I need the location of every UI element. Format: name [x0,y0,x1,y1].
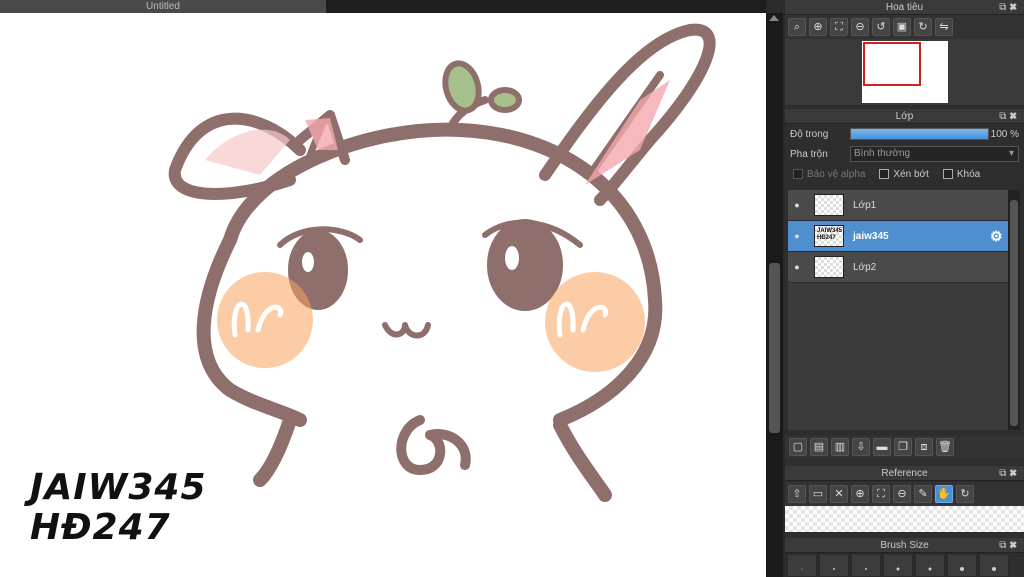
opacity-slider[interactable] [850,128,989,140]
document-tab[interactable]: Untitled [0,0,326,13]
zoom-in-icon[interactable]: ⊕ [851,485,869,503]
protect-alpha-checkbox[interactable]: Bảo vệ alpha [793,169,865,180]
merge-layer-icon[interactable]: ⧈ [915,438,933,456]
watermark-line2: HĐ247 [30,507,171,548]
layer-name: jaiw345 [853,230,889,242]
panel-controls-icon[interactable]: ⧉✖ [999,109,1020,124]
panel-controls-icon[interactable]: ⧉✖ [999,538,1020,553]
fullscreen-icon[interactable]: ▣ [893,18,911,36]
zoom-fit-icon[interactable]: ⌕ [788,18,806,36]
import-layer-icon[interactable]: ⇩ [852,438,870,456]
layer-thumbnail [814,194,844,216]
eyedropper-icon[interactable]: ✎ [914,485,932,503]
layers-header: Lớp ⧉✖ [785,109,1024,124]
delete-layer-icon[interactable]: 🗑 [936,438,954,456]
scroll-up-arrow-icon[interactable] [769,15,779,21]
layer-list: ● Lớp1 ● JAIW345 HĐ247 jaiw345 ⚙ ● Lớp2 [788,190,1008,430]
blend-row: Pha trộn Bình thường [785,144,1024,164]
rotate-right-icon[interactable]: ↻ [914,18,932,36]
clipping-label: Xén bớt [893,168,929,180]
brush-size-presets [785,554,1024,577]
navigator-toolbar: ⌕ ⊕ ⛶ ⊖ ↺ ▣ ↻ ⇋ [785,15,1024,39]
new-1bit-layer-icon[interactable]: ▥ [831,438,849,456]
upload-icon[interactable]: ⇧ [788,485,806,503]
reference-toolbar: ⇧ ▭ ✕ ⊕ ⛶ ⊖ ✎ ✋ ↻ [785,482,1024,506]
watermark-text: JAIW345 HĐ247 [30,468,207,548]
zoom-out-icon[interactable]: ⊖ [893,485,911,503]
fit-window-icon[interactable]: ⛶ [830,18,848,36]
reference-header: Reference ⧉✖ [785,466,1024,481]
reference-title: Reference [881,468,928,479]
blend-mode-select[interactable]: Bình thường [850,146,1019,162]
open-folder-icon[interactable]: ▭ [809,485,827,503]
brush-size-preset[interactable] [979,554,1009,577]
opacity-value: 100 % [990,128,1019,140]
brush-size-preset[interactable] [883,554,913,577]
lock-checkbox[interactable]: Khóa [942,168,981,180]
scrollbar-thumb[interactable] [769,263,780,433]
reference-canvas[interactable] [785,506,1024,532]
navigator-header: Hoa tiêu ⧉✖ [785,0,1024,15]
zoom-out-icon[interactable]: ⊖ [851,18,869,36]
brush-size-header: Brush Size ⧉✖ [785,538,1024,553]
navigator-thumbnail[interactable] [862,41,948,103]
blend-label: Pha trộn [790,148,828,160]
brush-size-preset[interactable] [819,554,849,577]
layer-toolbar: ▢ ▤ ▥ ⇩ ▬ ❐ ⧈ 🗑 [785,436,1024,458]
new-folder-icon[interactable]: ▬ [873,438,891,456]
layer-options: Bảo vệ alpha Xén bớt Khóa [785,164,1024,184]
brush-size-title: Brush Size [880,540,929,551]
lock-label: Khóa [956,168,981,180]
scrollbar-thumb[interactable] [1010,200,1018,426]
duplicate-layer-icon[interactable]: ❐ [894,438,912,456]
layer-thumbnail: JAIW345 HĐ247 [814,225,844,247]
right-panels: Hoa tiêu ⧉✖ ⌕ ⊕ ⛶ ⊖ ↺ ▣ ↻ ⇋ Lớp ⧉✖ Độ tr… [785,0,1024,577]
protect-alpha-label: Bảo vệ alpha [807,168,866,180]
drawing-canvas[interactable]: JAIW345 HĐ247 [0,13,766,577]
new-layer-icon[interactable]: ▢ [789,438,807,456]
visibility-dot-icon[interactable]: ● [788,231,806,241]
rotate-left-icon[interactable]: ↺ [872,18,890,36]
close-icon[interactable]: ✕ [830,485,848,503]
layer-name: Lớp2 [853,261,877,273]
brush-size-preset[interactable] [947,554,977,577]
new-halftone-layer-icon[interactable]: ▤ [810,438,828,456]
visibility-dot-icon[interactable]: ● [788,200,806,210]
rotate-icon[interactable]: ↻ [956,485,974,503]
layer-list-scrollbar[interactable] [1008,190,1020,430]
brush-size-preset[interactable] [851,554,881,577]
layer-row[interactable]: ● Lớp2 [788,252,1008,283]
layer-row-selected[interactable]: ● JAIW345 HĐ247 jaiw345 ⚙ [788,221,1008,252]
visibility-dot-icon[interactable]: ● [788,262,806,272]
layer-thumbnail [814,256,844,278]
brush-size-preset[interactable] [915,554,945,577]
canvas-scrollbar[interactable] [766,13,783,577]
navigator-viewport-rect[interactable] [863,42,921,86]
panel-controls-icon[interactable]: ⧉✖ [999,0,1020,15]
gear-icon[interactable]: ⚙ [990,228,1008,245]
layers-title: Lớp [895,111,914,122]
clipping-checkbox[interactable]: Xén bớt [879,168,929,180]
hand-icon[interactable]: ✋ [935,485,953,503]
navigator-title: Hoa tiêu [885,2,924,13]
opacity-slider-fill [851,129,988,139]
opacity-label: Độ trong [790,128,829,140]
watermark-line1: JAIW345 [30,467,207,508]
panel-controls-icon[interactable]: ⧉✖ [999,466,1020,481]
navigator-preview[interactable] [785,39,1024,105]
brush-size-preset[interactable] [787,554,817,577]
layer-row[interactable]: ● Lớp1 [788,190,1008,221]
flip-icon[interactable]: ⇋ [935,18,953,36]
opacity-row: Độ trong 100 % [785,124,1024,144]
app-window: Untitled JAIW345 HĐ247 Hoa tiêu ⧉✖ ⌕ ⊕ ⛶… [0,0,1024,577]
layer-name: Lớp1 [853,199,877,211]
fit-window-icon[interactable]: ⛶ [872,485,890,503]
zoom-in-icon[interactable]: ⊕ [809,18,827,36]
